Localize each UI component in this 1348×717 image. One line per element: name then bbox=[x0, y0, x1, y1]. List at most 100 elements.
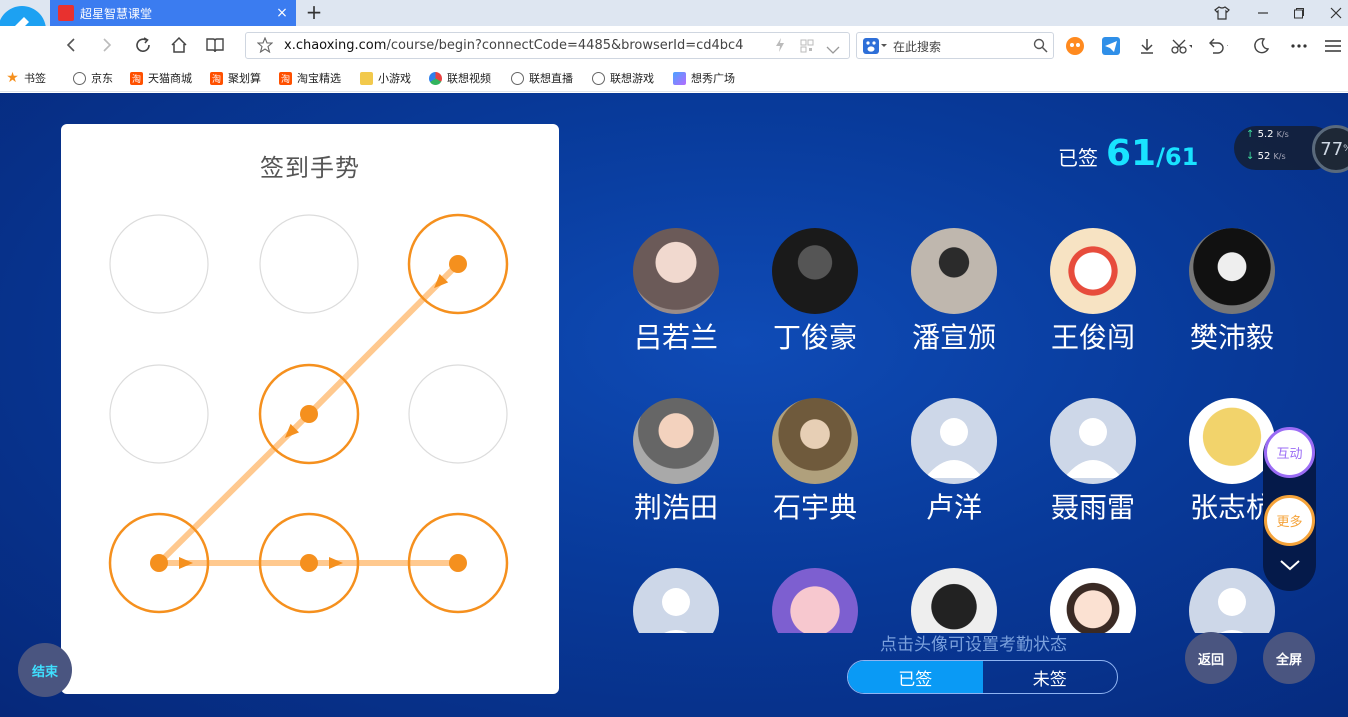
download-icon[interactable] bbox=[1136, 35, 1158, 57]
bookmark-item[interactable]: 淘 淘宝精选 bbox=[279, 70, 341, 86]
upload-unit: K/s bbox=[1276, 130, 1289, 139]
student-card[interactable] bbox=[755, 568, 875, 633]
search-box[interactable]: 在此搜索 bbox=[856, 32, 1054, 59]
student-card[interactable]: 樊沛毅 bbox=[1172, 228, 1292, 378]
student-name: 吕若兰 bbox=[633, 321, 718, 354]
student-card[interactable]: 吕若兰 bbox=[620, 228, 736, 378]
bookmark-item[interactable]: 京东 bbox=[73, 70, 113, 86]
bookmark-item[interactable]: 淘 天猫商城 bbox=[130, 70, 192, 86]
student-name: 荆浩田 bbox=[633, 491, 718, 524]
lightning-icon[interactable] bbox=[774, 37, 786, 57]
collapse-chevron-icon[interactable] bbox=[1272, 553, 1308, 577]
tab-unsigned[interactable]: 未签 bbox=[983, 661, 1118, 693]
browser-tab-active[interactable]: 超星智慧课堂 × bbox=[50, 0, 296, 26]
student-card[interactable]: 卢洋 bbox=[894, 398, 1014, 548]
student-avatar[interactable] bbox=[1050, 228, 1136, 314]
bookmark-item[interactable]: 联想直播 bbox=[511, 70, 573, 86]
student-avatar[interactable] bbox=[772, 568, 858, 633]
sign-in-gesture-card: 签到手势 bbox=[61, 124, 559, 694]
student-card[interactable]: 潘宣颁 bbox=[894, 228, 1014, 378]
student-avatar[interactable] bbox=[911, 228, 997, 314]
mascot-extension-icon[interactable] bbox=[1064, 35, 1086, 57]
gesture-node bbox=[408, 364, 508, 464]
student-card[interactable]: 丁俊豪 bbox=[755, 228, 875, 378]
bookmark-item[interactable]: 联想视频 bbox=[429, 70, 491, 86]
tab-title: 超星智慧课堂 bbox=[80, 6, 153, 21]
bookmark-item[interactable]: ★ 书签 bbox=[6, 70, 46, 86]
student-card[interactable]: 石宇典 bbox=[755, 398, 875, 548]
sparkle-icon bbox=[673, 71, 686, 85]
student-avatar[interactable] bbox=[1189, 228, 1275, 314]
student-name: 石宇典 bbox=[772, 491, 857, 524]
bookmark-star-icon[interactable] bbox=[256, 36, 274, 57]
reader-mode-icon[interactable] bbox=[204, 34, 226, 56]
more-button[interactable]: 更多 bbox=[1264, 495, 1315, 546]
url-bar[interactable]: x.chaoxing.com/course/begin?connectCode=… bbox=[245, 32, 850, 59]
home-icon[interactable] bbox=[168, 34, 190, 56]
student-card[interactable]: 荆浩田 bbox=[620, 398, 736, 548]
student-avatar[interactable] bbox=[772, 398, 858, 484]
refresh-icon[interactable] bbox=[132, 34, 154, 56]
network-monitor-widget[interactable]: ↑ 5.2 K/s ↓ 52 K/s 77% bbox=[1234, 125, 1348, 173]
baidu-paw-icon[interactable] bbox=[863, 38, 887, 58]
student-avatar[interactable] bbox=[772, 228, 858, 314]
chevron-down-icon[interactable] bbox=[826, 40, 840, 59]
back-button[interactable]: 返回 bbox=[1185, 632, 1237, 684]
bookmark-label: 京东 bbox=[91, 72, 113, 85]
bookmark-label: 联想直播 bbox=[529, 72, 573, 85]
url-domain: x.chaoxing.com bbox=[284, 38, 387, 53]
night-mode-icon[interactable] bbox=[1250, 35, 1272, 57]
default-avatar-icon[interactable] bbox=[633, 568, 719, 633]
bookmark-label: 天猫商城 bbox=[148, 72, 192, 85]
restore-button[interactable] bbox=[1281, 0, 1317, 26]
bookmark-item[interactable]: 小游戏 bbox=[360, 70, 411, 86]
student-name: 樊沛毅 bbox=[1189, 321, 1274, 354]
bookmark-label: 想秀广场 bbox=[691, 72, 735, 85]
forward-icon[interactable] bbox=[96, 34, 118, 56]
student-avatar[interactable] bbox=[633, 228, 719, 314]
student-avatar[interactable] bbox=[633, 398, 719, 484]
scissors-icon[interactable] bbox=[1170, 35, 1192, 57]
telegram-icon[interactable] bbox=[1100, 35, 1122, 57]
bookmark-item[interactable]: 想秀广场 bbox=[673, 70, 735, 86]
tab-signed[interactable]: 已签 bbox=[848, 661, 983, 693]
fullscreen-button[interactable]: 全屏 bbox=[1263, 632, 1315, 684]
student-avatar[interactable] bbox=[1050, 568, 1136, 633]
student-card[interactable]: 王俊闯 bbox=[1033, 228, 1153, 378]
url-text[interactable]: x.chaoxing.com/course/begin?connectCode=… bbox=[284, 38, 743, 53]
bookmark-item[interactable]: 淘 聚划算 bbox=[210, 70, 261, 86]
upload-arrow-icon: ↑ bbox=[1246, 129, 1255, 140]
default-avatar-icon[interactable] bbox=[911, 398, 997, 484]
end-button[interactable]: 结束 bbox=[18, 643, 72, 697]
gesture-node-dot bbox=[300, 554, 318, 572]
download-arrow-icon: ↓ bbox=[1246, 151, 1255, 162]
gesture-direction-arrow bbox=[329, 557, 343, 569]
taobao-icon: 淘 bbox=[130, 71, 143, 85]
download-unit: K/s bbox=[1273, 152, 1286, 161]
new-tab-button[interactable]: + bbox=[303, 0, 325, 26]
student-avatar[interactable] bbox=[911, 568, 997, 633]
student-card[interactable] bbox=[1033, 568, 1153, 633]
bookmark-item[interactable]: 联想游戏 bbox=[592, 70, 654, 86]
qr-code-icon[interactable] bbox=[800, 38, 814, 57]
more-options-icon[interactable] bbox=[1288, 35, 1310, 57]
bookmark-label: 联想视频 bbox=[447, 72, 491, 85]
tab-close-icon[interactable]: × bbox=[272, 5, 292, 21]
menu-icon[interactable] bbox=[1322, 35, 1344, 57]
shirt-skin-icon[interactable] bbox=[1204, 0, 1240, 26]
search-icon[interactable] bbox=[1033, 38, 1048, 57]
game-crown-icon bbox=[360, 71, 373, 85]
classroom-page: 签到手势 已签 61 /61 吕若兰 丁俊豪 潘宣颁 王俊闯 樊沛毅 荆浩田 石宇典 卢洋 聂雨… bbox=[0, 93, 1348, 717]
student-card[interactable] bbox=[620, 568, 736, 633]
student-card[interactable]: 聂雨雷 bbox=[1033, 398, 1153, 548]
back-icon[interactable] bbox=[60, 34, 82, 56]
default-avatar-icon[interactable] bbox=[1189, 568, 1275, 633]
interact-button[interactable]: 互动 bbox=[1264, 427, 1315, 478]
default-avatar-icon[interactable] bbox=[1050, 398, 1136, 484]
student-card[interactable] bbox=[894, 568, 1014, 633]
student-grid: 吕若兰 丁俊豪 潘宣颁 王俊闯 樊沛毅 荆浩田 石宇典 卢洋 聂雨雷 张志杭 bbox=[620, 228, 1300, 633]
undo-history-icon[interactable] bbox=[1206, 35, 1228, 57]
close-window-button[interactable] bbox=[1318, 0, 1348, 26]
minimize-button[interactable] bbox=[1245, 0, 1281, 26]
taobao-icon: 淘 bbox=[279, 71, 292, 85]
